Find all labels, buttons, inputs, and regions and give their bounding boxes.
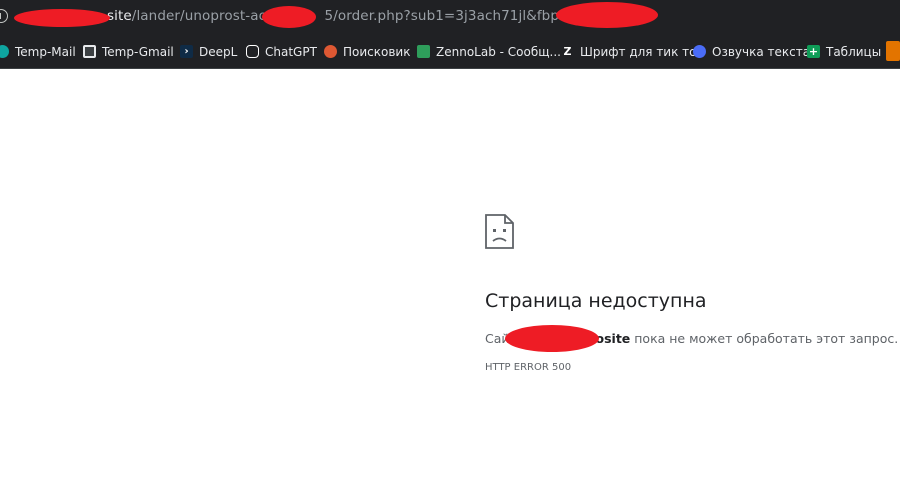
tiktok-font-icon: Z	[561, 45, 574, 58]
page-title: Страница недоступна	[485, 290, 707, 312]
address-bar[interactable]: site/lander/unoprost-ao_1 5/order.php?sub…	[0, 0, 900, 35]
redaction-mark	[262, 6, 316, 28]
bookmark-label: Temp-Mail	[15, 44, 76, 59]
url-host-suffix: site	[107, 8, 132, 24]
bookmarks-bar: Temp-Mail Temp-Gmail › DeepL ChatGPT Пои…	[0, 35, 900, 69]
bookmark-chatgpt[interactable]: ChatGPT	[246, 43, 317, 60]
broken-page-icon	[485, 214, 514, 249]
deepl-icon: ›	[180, 45, 193, 58]
bookmark-label: ChatGPT	[265, 44, 317, 59]
bookmark-zennolab[interactable]: ZennoLab - Сообщ...	[417, 43, 561, 60]
temp-gmail-icon	[83, 45, 96, 58]
bookmark-label: Temp-Gmail	[102, 44, 174, 59]
bookmark-label: Поисковик	[343, 44, 411, 59]
bookmark-deepl[interactable]: › DeepL	[180, 43, 237, 60]
bookmark-overflow-icon[interactable]	[886, 41, 900, 61]
site-info-icon[interactable]	[0, 9, 8, 23]
bookmark-voice[interactable]: Озвучка текста	[693, 43, 810, 60]
bookmark-label: ZennoLab - Сообщ...	[436, 44, 561, 59]
temp-mail-icon	[0, 45, 9, 58]
chatgpt-icon	[246, 45, 259, 58]
bookmark-label: Таблицы	[826, 44, 882, 59]
zennolab-icon	[417, 45, 430, 58]
bookmark-temp-gmail[interactable]: Temp-Gmail	[83, 43, 174, 60]
bookmark-poiskovik[interactable]: Поисковик	[324, 43, 410, 60]
bookmark-label: DeepL	[199, 44, 238, 59]
bookmark-temp-mail[interactable]: Temp-Mail	[0, 43, 76, 60]
url-path: /lander/unoprost-ao_1	[131, 8, 283, 24]
voice-icon	[693, 45, 706, 58]
bookmark-tiktok-font[interactable]: Z Шрифт для тик ток	[561, 43, 704, 60]
redaction-mark	[505, 325, 599, 352]
bookmark-label: Шрифт для тик ток	[580, 44, 704, 59]
redaction-mark	[556, 2, 658, 28]
redaction-mark	[14, 9, 110, 27]
bookmark-sheets[interactable]: + Таблицы	[807, 43, 881, 60]
desc-suffix: пока не может обработать этот запрос.	[630, 331, 899, 346]
error-code: HTTP ERROR 500	[485, 362, 572, 373]
bookmark-label: Озвучка текста	[712, 44, 811, 59]
sheets-icon: +	[807, 45, 820, 58]
desc-host: osite	[595, 331, 631, 346]
duckduckgo-icon	[324, 45, 337, 58]
